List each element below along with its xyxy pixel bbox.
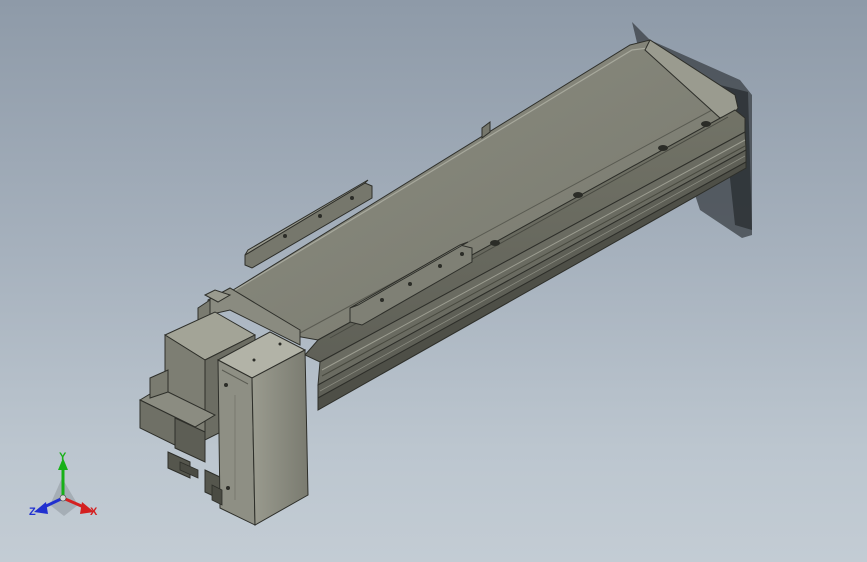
x-axis-label: X (90, 506, 98, 518)
linear-actuator-model[interactable]: Y X Z (0, 0, 867, 562)
end-cover[interactable] (216, 331, 309, 526)
coordinate-triad (34, 458, 94, 516)
z-axis-arrow-icon (34, 502, 48, 514)
y-axis-label: Y (59, 451, 67, 463)
z-axis-label: Z (29, 506, 36, 518)
cad-viewport[interactable]: Y X Z (0, 0, 867, 562)
